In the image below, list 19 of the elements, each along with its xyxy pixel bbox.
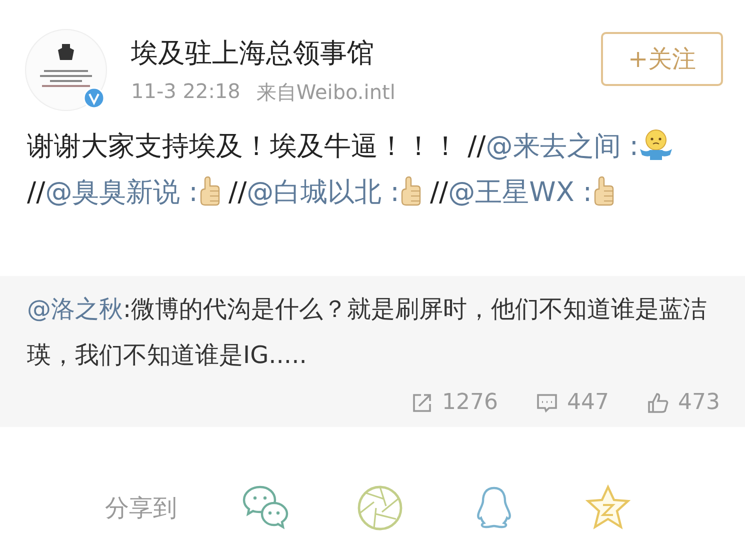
like-icon <box>647 392 669 414</box>
thumbs-up-icon <box>592 176 614 206</box>
share-label: 分享到 <box>105 493 178 524</box>
comment-icon <box>536 392 558 414</box>
thumbs-up-icon <box>198 176 220 206</box>
shrug-emoji-icon <box>638 129 674 161</box>
post-source: 来自Weibo.intl <box>256 78 396 106</box>
post-text: 谢谢大家支持埃及！埃及牛逼！！！ //@来去之间 : //@臭臭新说 : //@白城以北 : //@王星WX : <box>27 124 705 216</box>
account-name[interactable]: 埃及驻上海总领事馆 <box>131 34 601 70</box>
comment-button[interactable]: 447 <box>536 390 609 415</box>
thumbs-up-icon <box>399 176 422 206</box>
follow-button[interactable]: +关注 <box>601 32 723 86</box>
quoted-text[interactable]: @洛之秋:微博的代沟是什么？就是刷屏时，他们不知道谁是蓝洁瑛，我们不知道谁是IG..... <box>27 286 720 378</box>
aperture-icon[interactable] <box>355 483 405 533</box>
author-link[interactable]: @洛之秋 <box>27 295 123 323</box>
repost-button[interactable]: 1276 <box>411 390 498 415</box>
like-button[interactable]: 473 <box>647 390 720 415</box>
post-time: 11-3 22:18 <box>131 78 240 104</box>
repost-icon <box>411 392 433 414</box>
